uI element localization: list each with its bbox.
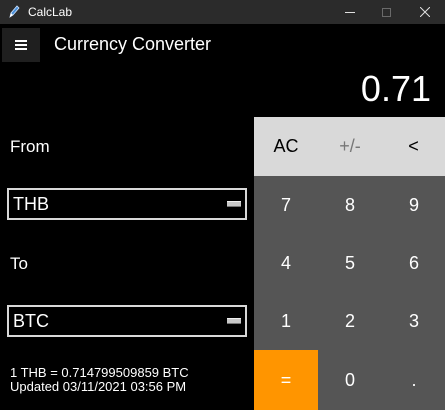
result-display: 0.71 [360, 68, 431, 109]
from-currency-value: THB [13, 194, 49, 214]
keypad: AC +/- < 7 8 9 4 5 6 1 2 3 = 0 . [254, 117, 445, 410]
equals-button[interactable]: = [254, 350, 318, 410]
dropdown-handle-icon [227, 201, 241, 207]
key-4-button[interactable]: 4 [254, 234, 318, 292]
from-label: From [10, 137, 50, 156]
decimal-button[interactable]: . [382, 350, 445, 410]
title-bar: CalcLab [0, 0, 445, 24]
key-5-button[interactable]: 5 [318, 234, 382, 292]
close-button[interactable] [405, 0, 445, 24]
to-label: To [10, 254, 28, 273]
key-2-button[interactable]: 2 [318, 292, 382, 350]
maximize-icon [381, 7, 391, 17]
maximize-button[interactable] [366, 0, 406, 24]
close-icon [420, 7, 430, 17]
minimize-button[interactable] [330, 0, 370, 24]
page-title: Currency Converter [54, 34, 212, 54]
last-updated-text: Updated 03/11/2021 03:56 PM [10, 379, 187, 394]
key-3-button[interactable]: 3 [382, 292, 445, 350]
key-6-button[interactable]: 6 [382, 234, 445, 292]
key-7-button[interactable]: 7 [254, 176, 318, 234]
to-currency-select[interactable]: BTC [7, 305, 247, 337]
to-currency-value: BTC [13, 311, 49, 331]
app-pencil-icon [9, 5, 20, 18]
minimize-icon [345, 11, 355, 13]
menu-button[interactable] [2, 28, 40, 62]
key-8-button[interactable]: 8 [318, 176, 382, 234]
sign-toggle-button[interactable]: +/- [318, 117, 382, 176]
from-currency-select[interactable]: THB [7, 188, 247, 220]
window-title: CalcLab [28, 5, 73, 19]
exchange-rate-text: 1 THB = 0.714799509859 BTC [10, 365, 189, 380]
key-9-button[interactable]: 9 [382, 176, 445, 234]
dropdown-handle-icon [227, 318, 241, 324]
clear-button[interactable]: AC [254, 117, 318, 176]
key-0-button[interactable]: 0 [318, 350, 382, 410]
backspace-button[interactable]: < [382, 117, 445, 176]
key-1-button[interactable]: 1 [254, 292, 318, 350]
hamburger-menu-icon [15, 40, 27, 50]
